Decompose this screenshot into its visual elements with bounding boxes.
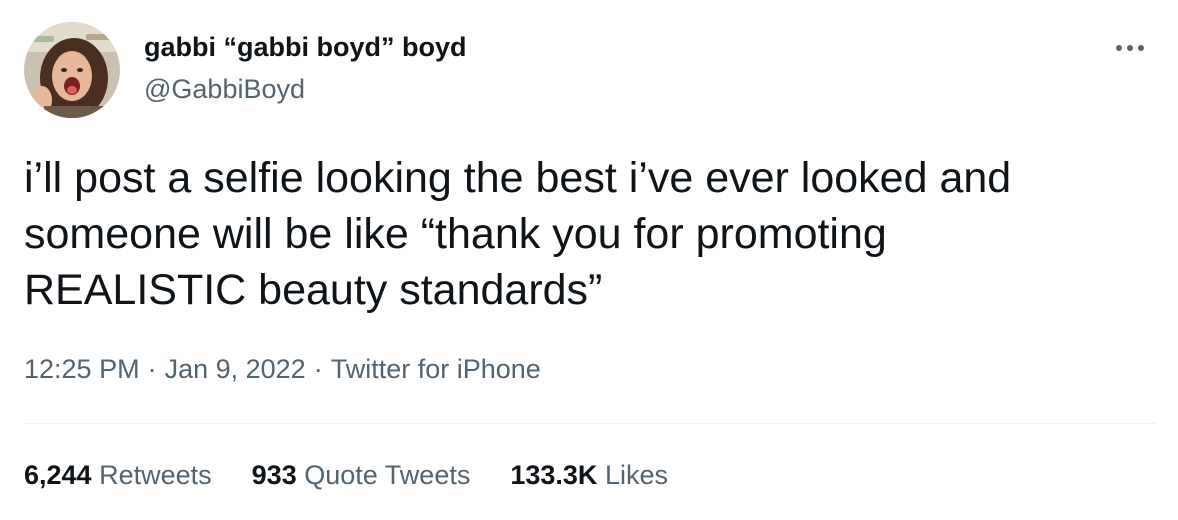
more-dot xyxy=(1116,45,1122,51)
avatar[interactable] xyxy=(24,22,120,118)
divider xyxy=(24,423,1156,424)
retweets-label: Retweets xyxy=(99,460,212,490)
profile-photo-icon xyxy=(24,22,120,118)
likes-count: 133.3K xyxy=(510,460,598,490)
author-display-name[interactable]: gabbi “gabbi boyd” boyd xyxy=(144,32,466,63)
tweet-source[interactable]: Twitter for iPhone xyxy=(331,354,541,384)
tweet-time[interactable]: 12:25 PM xyxy=(24,354,140,384)
tweet-metadata: 12:25 PM · Jan 9, 2022 · Twitter for iPhone xyxy=(24,354,541,385)
retweets-stat[interactable]: 6,244 Retweets xyxy=(24,460,212,491)
tweet-date[interactable]: Jan 9, 2022 xyxy=(165,354,306,384)
tweet-text: i’ll post a selfie looking the best i’ve… xyxy=(24,154,1012,314)
meta-separator: · xyxy=(147,354,157,384)
more-dot xyxy=(1138,45,1144,51)
quote-tweets-count: 933 xyxy=(251,460,297,490)
engagement-stats: 6,244 Retweets 933 Quote Tweets 133.3K L… xyxy=(24,460,708,491)
quote-tweets-label: Quote Tweets xyxy=(304,460,471,490)
likes-stat[interactable]: 133.3K Likes xyxy=(510,460,668,491)
quote-tweets-stat[interactable]: 933 Quote Tweets xyxy=(252,460,471,491)
tweet-card: gabbi “gabbi boyd” boyd @GabbiBoyd i’ll … xyxy=(0,0,1178,520)
meta-separator: · xyxy=(313,354,323,384)
retweets-count: 6,244 xyxy=(24,460,92,490)
more-dot xyxy=(1127,45,1133,51)
likes-label: Likes xyxy=(604,460,668,490)
more-options-icon[interactable] xyxy=(1104,28,1156,68)
author-handle[interactable]: @GabbiBoyd xyxy=(144,74,305,105)
